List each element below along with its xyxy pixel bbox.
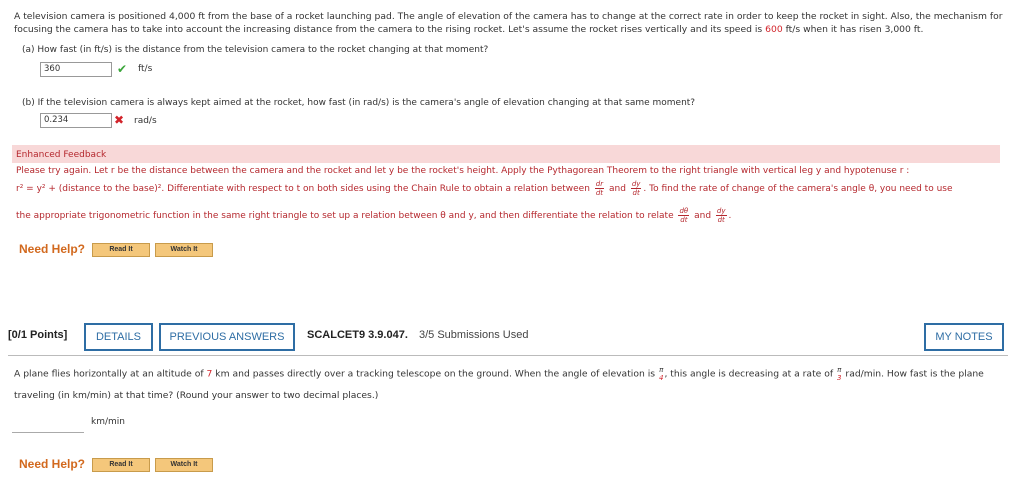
question-b: (b) If the television camera is always k… xyxy=(22,98,696,108)
feedback-title: Enhanced Feedback xyxy=(16,150,107,160)
dy-dt-fraction-2: dy dt xyxy=(715,207,727,224)
incorrect-x-icon: ✖ xyxy=(114,113,125,127)
header-divider xyxy=(8,355,1008,356)
answer-a-unit: ft/s xyxy=(138,64,153,74)
submissions-used: 3/5 Submissions Used xyxy=(419,329,529,341)
dr-dt-fraction: dr dt xyxy=(594,180,605,197)
points-label: [0/1 Points] xyxy=(8,329,68,341)
problem-2-text-line-1: A plane flies horizontally at an altitud… xyxy=(14,366,984,382)
feedback-header-bar xyxy=(12,145,1000,163)
speed-value: 600 xyxy=(765,23,783,35)
dtheta-dt-fraction: dθ dt xyxy=(678,207,690,224)
feedback-line-3: the appropriate trigonometric function i… xyxy=(16,207,732,224)
answer-b-unit: rad/s xyxy=(134,116,157,126)
watch-it-button[interactable]: Watch It xyxy=(155,243,213,257)
problem-1-text: A television camera is positioned 4,000 … xyxy=(14,11,1003,35)
problem-code: SCALCET9 3.9.047. xyxy=(307,329,408,341)
answer-a-input[interactable]: 360 xyxy=(40,62,112,77)
feedback-line-1: Please try again. Let r be the distance … xyxy=(16,166,910,176)
need-help-label: Need Help? xyxy=(19,242,86,256)
watch-it-button-2[interactable]: Watch It xyxy=(155,458,213,472)
details-button[interactable]: DETAILS xyxy=(84,323,153,351)
answer-b-input[interactable]: 0.234 xyxy=(40,113,112,128)
feedback-line-2: r² = y² + (distance to the base)². Diffe… xyxy=(16,180,953,197)
angle-fraction: π4 xyxy=(658,366,664,382)
answer-input[interactable] xyxy=(12,412,84,433)
question-a: (a) How fast (in ft/s) is the distance f… xyxy=(22,45,489,55)
answer-unit: km/min xyxy=(91,417,125,427)
problem-2-text-line-2: traveling (in km/min) at that time? (Rou… xyxy=(14,390,379,401)
dy-dt-fraction: dy dt xyxy=(630,180,642,197)
previous-answers-button[interactable]: PREVIOUS ANSWERS xyxy=(159,323,295,351)
rate-fraction: π3 xyxy=(837,366,842,382)
read-it-button-2[interactable]: Read It xyxy=(92,458,150,472)
correct-check-icon: ✔ xyxy=(117,62,128,76)
need-help-label-2: Need Help? xyxy=(19,457,86,471)
read-it-button[interactable]: Read It xyxy=(92,243,150,257)
my-notes-button[interactable]: MY NOTES xyxy=(924,323,1004,351)
